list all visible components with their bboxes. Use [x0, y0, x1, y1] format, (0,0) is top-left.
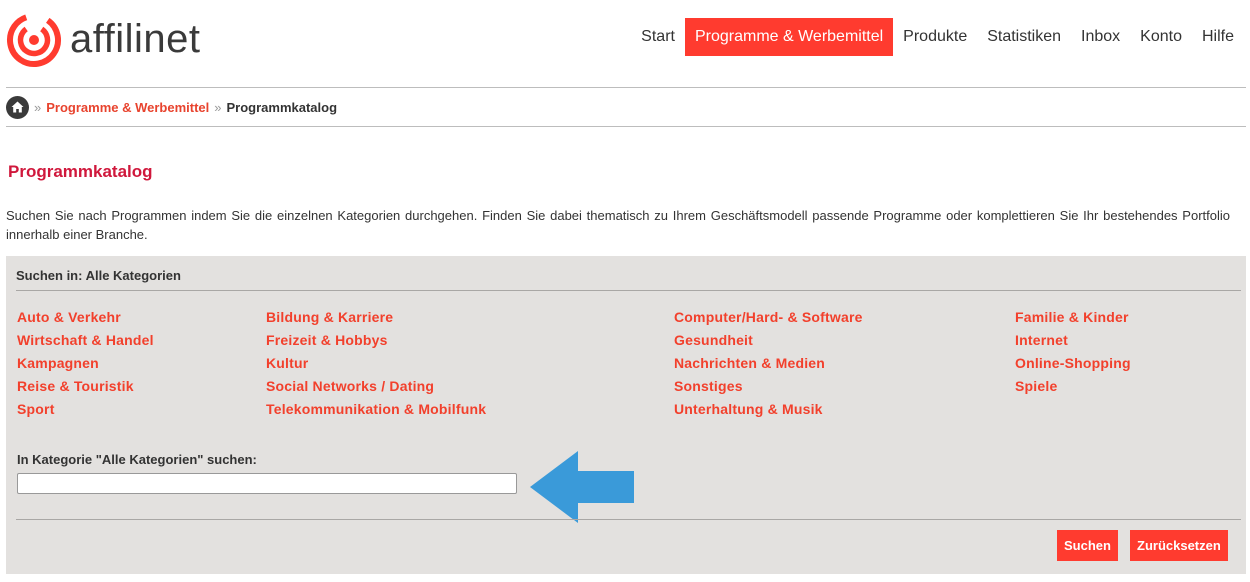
category-link[interactable]: Social Networks / Dating — [266, 375, 486, 398]
home-icon — [11, 101, 24, 113]
category-link[interactable]: Wirtschaft & Handel — [17, 329, 154, 352]
nav-item-start[interactable]: Start — [631, 18, 685, 56]
category-link[interactable]: Online-Shopping — [1015, 352, 1131, 375]
category-link[interactable]: Kultur — [266, 352, 486, 375]
reset-button[interactable]: Zurücksetzen — [1130, 530, 1228, 561]
header-divider — [6, 87, 1246, 88]
nav-item-programme-werbemittel[interactable]: Programme & Werbemittel — [684, 18, 894, 56]
category-link[interactable]: Telekommunikation & Mobilfunk — [266, 398, 486, 421]
category-link[interactable]: Unterhaltung & Musik — [674, 398, 863, 421]
category-link[interactable]: Internet — [1015, 329, 1131, 352]
brand-name: affilinet — [70, 17, 201, 61]
search-button[interactable]: Suchen — [1057, 530, 1118, 561]
category-link[interactable]: Sport — [17, 398, 154, 421]
affilinet-logo-icon — [7, 13, 61, 67]
category-link[interactable]: Auto & Verkehr — [17, 306, 154, 329]
breadcrumb-separator: » — [34, 99, 42, 115]
category-column-3: Computer/Hard- & Software Gesundheit Nac… — [674, 306, 863, 421]
arrow-left-icon — [530, 451, 634, 523]
category-search-input[interactable] — [17, 473, 517, 494]
nav-item-produkte[interactable]: Produkte — [893, 18, 977, 56]
panel-divider-top — [16, 290, 1241, 291]
breadcrumb-link-programme-werbemittel[interactable]: Programme & Werbemittel — [46, 100, 209, 115]
breadcrumb-current: Programmkatalog — [226, 99, 338, 115]
category-link[interactable]: Spiele — [1015, 375, 1131, 398]
home-button[interactable] — [6, 95, 29, 119]
nav-item-inbox[interactable]: Inbox — [1071, 18, 1130, 56]
nav-item-hilfe[interactable]: Hilfe — [1192, 18, 1244, 56]
category-link[interactable]: Kampagnen — [17, 352, 154, 375]
category-link[interactable]: Gesundheit — [674, 329, 863, 352]
category-link[interactable]: Freizeit & Hobbys — [266, 329, 486, 352]
category-link[interactable]: Computer/Hard- & Software — [674, 306, 863, 329]
breadcrumb: » Programme & Werbemittel » Programmkata… — [6, 95, 337, 119]
brand-logo[interactable]: affilinet — [6, 12, 201, 68]
header: affilinet Start Programme & Werbemittel … — [0, 0, 1250, 88]
nav-item-statistiken[interactable]: Statistiken — [977, 18, 1071, 56]
category-link[interactable]: Sonstiges — [674, 375, 863, 398]
page-title: Programmkatalog — [8, 162, 153, 181]
nav-item-konto[interactable]: Konto — [1130, 18, 1192, 56]
category-link[interactable]: Reise & Touristik — [17, 375, 154, 398]
main-nav: Start Programme & Werbemittel Produkte S… — [631, 18, 1244, 56]
category-column-2: Bildung & Karriere Freizeit & Hobbys Kul… — [266, 306, 486, 421]
search-label: In Kategorie "Alle Kategorien" suchen: — [17, 452, 257, 467]
category-column-4: Familie & Kinder Internet Online-Shoppin… — [1015, 306, 1131, 398]
category-column-1: Auto & Verkehr Wirtschaft & Handel Kampa… — [17, 306, 154, 421]
panel-divider-bottom — [16, 519, 1241, 520]
category-search-panel: Suchen in: Alle Kategorien Auto & Verkeh… — [6, 256, 1246, 574]
panel-heading: Suchen in: Alle Kategorien — [16, 268, 181, 283]
category-link[interactable]: Bildung & Karriere — [266, 306, 486, 329]
breadcrumb-divider — [6, 126, 1246, 127]
category-link[interactable]: Nachrichten & Medien — [674, 352, 863, 375]
breadcrumb-separator: » — [214, 99, 222, 115]
page-description: Suchen Sie nach Programmen indem Sie die… — [6, 208, 1230, 242]
category-link[interactable]: Familie & Kinder — [1015, 306, 1131, 329]
